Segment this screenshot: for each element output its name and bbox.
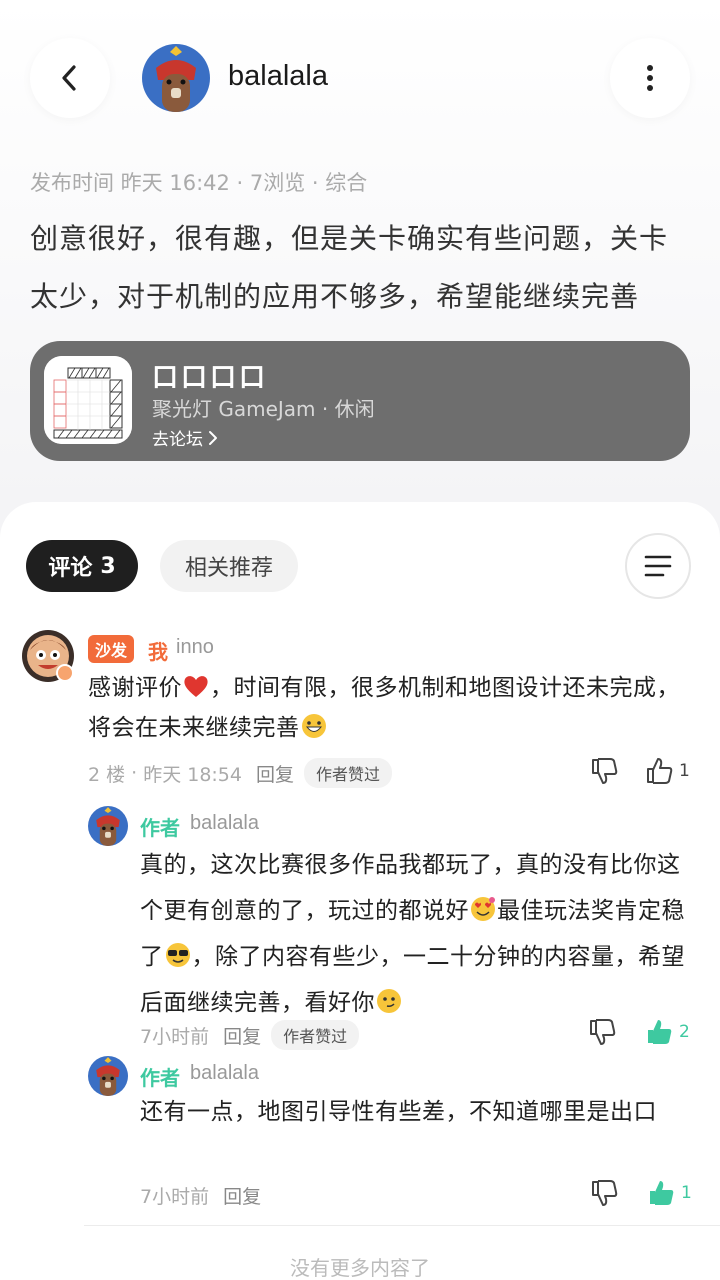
thumbs-up-icon [647,758,673,784]
commenter-name[interactable]: inno [176,636,214,659]
divider [84,1225,720,1226]
tab-comments[interactable]: 评论 3 [26,540,138,592]
top-bar: balalala [0,0,720,160]
reply-button[interactable]: 回复 [223,1182,261,1209]
chevron-left-icon [62,65,76,91]
post-text: 创意很好，很有趣，但是关卡确实有些问题，关卡太少，对于机制的应用不够多，希望能继… [30,222,669,313]
reply-text: 真的，这次比赛很多作品我都玩了，真的没有比你这个更有创意的了，玩过的都说好 最佳玩… [140,842,695,1026]
like-count: 2 [679,1022,690,1042]
sort-button[interactable] [625,533,691,599]
like-count: 1 [679,761,690,781]
author-avatar[interactable] [142,44,210,112]
level-badge-icon [56,664,74,682]
comment-text-part: 感谢评价 [88,675,182,701]
author-name[interactable]: balalala [228,60,328,93]
tab-comments-label: 评论 [48,556,93,581]
author-tag: 作者 [140,816,180,840]
author-liked-badge: 作者赞过 [271,1020,360,1050]
reply-user-name[interactable]: balalala [190,812,259,835]
grinning-emoji-icon [301,714,326,738]
tab-related[interactable]: 相关推荐 [160,540,298,592]
reply-meta: 7小时前 回复 作者赞过 [140,1020,360,1050]
reply-time: 7小时前 [140,1186,210,1208]
dislike-button[interactable] [590,756,620,786]
like-button-active[interactable]: 1 [647,1178,692,1208]
chevron-right-icon [209,430,217,445]
game-title: 口口口口 [152,363,269,393]
comment-floor: 2 楼 [88,763,126,786]
reply-user-name[interactable]: balalala [190,1062,259,1085]
post-meta: 发布时间 昨天 16:42 · 7浏览 · 综合 [30,171,368,195]
reply-button[interactable]: 回复 [223,1022,261,1049]
me-tag: 我 [148,640,168,664]
forum-link-label: 去论坛 [152,430,203,450]
like-button[interactable]: 1 [645,756,690,786]
author-liked-badge: 作者赞过 [304,758,393,788]
more-button[interactable] [610,38,690,118]
reply-time: 7小时前 [140,1025,210,1048]
thumbs-up-filled-icon [648,1020,672,1044]
author-tag: 作者 [140,1066,180,1090]
reply-text: 还有一点，地图引导性有些差，不知道哪里是出口 [140,1099,657,1125]
reply-text-part: ，除了内容有些少，一二十分钟的内容量，希望后面继续完善，看好你 [140,944,685,1016]
game-thumbnail [44,356,132,444]
menu-lines-icon [644,555,672,577]
game-card[interactable]: 口口口口 聚光灯 GameJam · 休闲 去论坛 [30,341,690,461]
sofa-badge: 沙发 [88,635,135,663]
thumbs-up-filled-icon [650,1181,674,1205]
comment-time: 昨天 18:54 [143,763,242,786]
heart-icon [184,676,208,697]
smiling-emoji-icon [377,989,401,1013]
reply-author-avatar[interactable] [88,1056,128,1096]
thumbs-down-icon [592,1180,618,1206]
forum-link[interactable]: 去论坛 [152,425,219,450]
comment-text: 感谢评价 ，时间有限，很多机制和地图设计还未完成，将会在未来继续完善 [88,668,698,748]
comments-sheet: 评论 3 相关推荐 沙发 我 inno 感谢评价 ，时间有限，很多机制和地图设计还… [0,502,720,1280]
reply-button[interactable]: 回复 [256,760,294,787]
like-button-active[interactable]: 2 [645,1017,690,1047]
game-subtitle: 聚光灯 GameJam · 休闲 [152,397,375,421]
sunglasses-emoji-icon [165,943,190,967]
thumbs-down-icon [592,758,618,784]
tab-comments-count: 3 [100,553,116,579]
heart-eyes-emoji-icon [471,897,495,921]
reply-meta: 7小时前 回复 [140,1182,261,1209]
like-count: 1 [681,1183,692,1203]
reply-author-avatar[interactable] [88,806,128,846]
dislike-button[interactable] [590,1178,620,1208]
dislike-button[interactable] [588,1017,618,1047]
more-vertical-icon [647,65,653,91]
no-more-content: 没有更多内容了 [290,1256,430,1280]
comment-meta: 2 楼 · 昨天 18:54 回复 作者赞过 [88,758,393,788]
thumbs-down-icon [590,1019,616,1045]
back-button[interactable] [30,38,110,118]
